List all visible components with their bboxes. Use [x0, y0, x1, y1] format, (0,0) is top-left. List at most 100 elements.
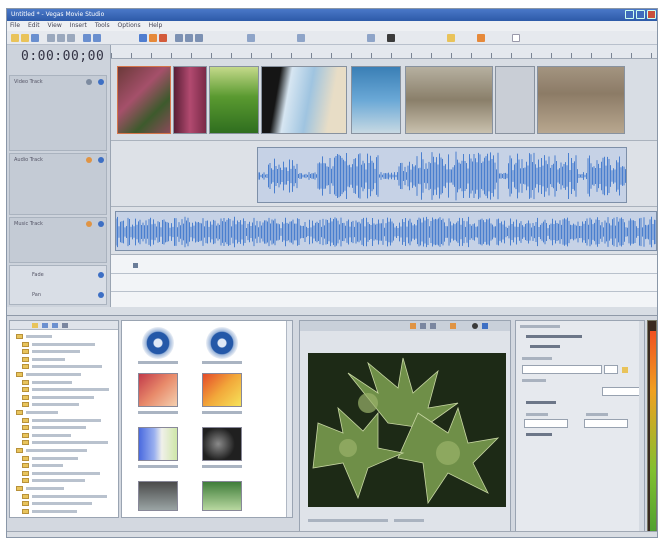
- solo-icon[interactable]: [98, 157, 104, 163]
- folder-tree-item[interactable]: [22, 356, 118, 363]
- zoom-level-box[interactable]: [512, 34, 520, 42]
- snapshot-icon[interactable]: [159, 34, 167, 42]
- folder-tree-item[interactable]: [22, 401, 118, 408]
- folder-tree-item[interactable]: [22, 432, 118, 439]
- menu-insert[interactable]: Insert: [70, 22, 87, 29]
- folder-tree-item[interactable]: [22, 493, 118, 500]
- browse-icon[interactable]: [622, 367, 628, 373]
- property-field[interactable]: [584, 419, 628, 428]
- audio-clip-voice[interactable]: [257, 147, 627, 203]
- up-folder-icon[interactable]: [42, 323, 48, 328]
- save-snapshot-icon[interactable]: [482, 323, 488, 329]
- audio-clip-music[interactable]: [115, 211, 657, 251]
- video-clip-maple[interactable]: [117, 66, 171, 134]
- folder-tree-item[interactable]: [16, 485, 112, 492]
- effect-preset-fire[interactable]: [202, 373, 242, 407]
- property-field[interactable]: [602, 387, 640, 396]
- video-clip-beach[interactable]: [261, 66, 347, 134]
- folder-tree-item[interactable]: [22, 394, 118, 401]
- paste-icon[interactable]: [67, 34, 75, 42]
- folder-tree-item[interactable]: [22, 417, 118, 424]
- mute-icon[interactable]: [86, 79, 92, 85]
- effect-preset-dark[interactable]: [202, 427, 242, 461]
- folder-icon[interactable]: [21, 34, 29, 42]
- envelope-toggle-icon[interactable]: [98, 272, 104, 278]
- envelope-lane[interactable]: [111, 255, 657, 307]
- folder-tree-item[interactable]: [22, 477, 118, 484]
- folder-tree-item[interactable]: [22, 379, 118, 386]
- folder-tree-item[interactable]: [16, 333, 112, 340]
- envelope-toggle-icon[interactable]: [98, 292, 104, 298]
- solo-icon[interactable]: [98, 79, 104, 85]
- time-ruler[interactable]: [111, 45, 657, 59]
- folder-tree-item[interactable]: [22, 348, 118, 355]
- folder-tree-item[interactable]: [16, 409, 112, 416]
- help-icon[interactable]: [477, 34, 485, 42]
- copy-snapshot-icon[interactable]: [450, 323, 456, 329]
- record-icon[interactable]: [149, 34, 157, 42]
- property-field[interactable]: [604, 365, 618, 374]
- menu-options[interactable]: Options: [118, 22, 141, 29]
- menu-view[interactable]: View: [48, 22, 62, 29]
- folder-tree-item[interactable]: [16, 371, 112, 378]
- overlays-icon[interactable]: [430, 323, 436, 329]
- preview-settings-icon[interactable]: [410, 323, 416, 329]
- zoom-icon[interactable]: [367, 34, 375, 42]
- effect-preset-mono[interactable]: [138, 481, 178, 511]
- envelope-tool-icon[interactable]: [195, 34, 203, 42]
- save-icon[interactable]: [31, 34, 39, 42]
- folder-icon[interactable]: [32, 323, 38, 328]
- video-clip-sand[interactable]: [537, 66, 625, 134]
- transition-preset-icon[interactable]: [206, 327, 238, 359]
- folder-tree-item[interactable]: [22, 470, 118, 477]
- record-icon[interactable]: [472, 323, 478, 329]
- property-field[interactable]: [522, 365, 602, 374]
- new-project-icon[interactable]: [11, 34, 19, 42]
- refresh-icon[interactable]: [52, 323, 58, 328]
- minimize-icon[interactable]: [625, 10, 634, 19]
- menu-file[interactable]: File: [10, 22, 20, 29]
- scrollbar[interactable]: [286, 321, 292, 517]
- folder-tree-item[interactable]: [22, 424, 118, 431]
- video-track-lane[interactable]: [111, 59, 657, 141]
- effect-preset-warm[interactable]: [138, 373, 178, 407]
- close-icon[interactable]: [647, 10, 656, 19]
- folder-tree-item[interactable]: [22, 363, 118, 370]
- undo-icon[interactable]: [83, 34, 91, 42]
- folder-tree-item[interactable]: [22, 386, 118, 393]
- copy-icon[interactable]: [57, 34, 65, 42]
- property-field[interactable]: [524, 419, 568, 428]
- snap-icon[interactable]: [247, 34, 255, 42]
- video-clip-sea[interactable]: [351, 66, 401, 134]
- effect-preset-gradient[interactable]: [138, 427, 178, 461]
- menu-edit[interactable]: Edit: [28, 22, 40, 29]
- split-screen-icon[interactable]: [420, 323, 426, 329]
- menu-tools[interactable]: Tools: [95, 22, 110, 29]
- cursor-icon[interactable]: [175, 34, 183, 42]
- effect-preset-green[interactable]: [202, 481, 242, 511]
- folder-tree-item[interactable]: [22, 500, 118, 507]
- lock-icon[interactable]: [387, 34, 395, 42]
- video-clip-grass[interactable]: [209, 66, 259, 134]
- solo-icon[interactable]: [98, 221, 104, 227]
- folder-tree-item[interactable]: [22, 508, 118, 515]
- audio-track-header[interactable]: Audio Track: [9, 153, 107, 215]
- properties-icon[interactable]: [447, 34, 455, 42]
- music-track-header[interactable]: Music Track: [9, 217, 107, 263]
- folder-tree-item[interactable]: [22, 439, 118, 446]
- mute-icon[interactable]: [86, 157, 92, 163]
- mute-icon[interactable]: [86, 221, 92, 227]
- render-icon[interactable]: [139, 34, 147, 42]
- video-clip-gap[interactable]: [495, 66, 535, 134]
- music-track-lane[interactable]: [111, 207, 657, 255]
- views-icon[interactable]: [62, 323, 68, 328]
- folder-tree-item[interactable]: [22, 341, 118, 348]
- scissors-icon[interactable]: [185, 34, 193, 42]
- cut-icon[interactable]: [47, 34, 55, 42]
- markers-icon[interactable]: [297, 34, 305, 42]
- envelope-point[interactable]: [133, 263, 138, 268]
- folder-tree-item[interactable]: [16, 447, 112, 454]
- video-clip-magenta[interactable]: [173, 66, 207, 134]
- menu-help[interactable]: Help: [149, 22, 163, 29]
- video-clip-water[interactable]: [405, 66, 493, 134]
